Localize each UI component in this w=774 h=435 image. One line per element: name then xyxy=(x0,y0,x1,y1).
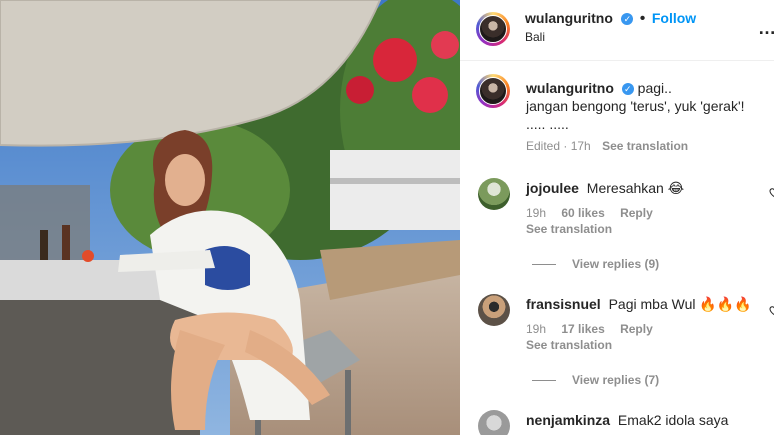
view-replies-button[interactable]: View replies (7) xyxy=(532,373,659,387)
comment-text: Emak2 idola saya xyxy=(617,412,729,428)
comment-text: Pagi mba Wul 🔥🔥🔥 xyxy=(608,296,752,312)
reply-button[interactable]: Reply xyxy=(620,322,653,336)
comment-text: Meresahkan 😂 xyxy=(586,180,685,196)
caption-author-avatar[interactable] xyxy=(476,74,510,108)
author-username[interactable]: wulanguritno xyxy=(525,10,613,26)
comment-time[interactable]: 19h xyxy=(526,322,546,336)
comment-username[interactable]: jojoulee xyxy=(526,180,579,196)
caption-text-line3: ..... ..... xyxy=(526,116,569,132)
comment-likes[interactable]: 60 likes xyxy=(561,206,604,220)
comment-time[interactable]: 19h xyxy=(526,206,546,220)
author-avatar[interactable] xyxy=(476,12,510,46)
view-replies-label: View replies (9) xyxy=(572,257,660,271)
replies-divider-line xyxy=(532,380,556,382)
caption-time[interactable]: 17h xyxy=(571,139,591,153)
post-location[interactable]: Bali xyxy=(525,30,545,44)
comment-likes[interactable]: 17 likes xyxy=(561,322,604,336)
replies-divider-line xyxy=(532,264,556,266)
comment-see-translation[interactable]: See translation xyxy=(526,222,612,236)
caption-username[interactable]: wulanguritno xyxy=(526,80,614,96)
more-options-icon[interactable]: … xyxy=(758,18,774,39)
verified-badge-icon: ✓ xyxy=(621,13,634,25)
post-photo-illustration xyxy=(0,0,460,435)
like-heart-icon[interactable] xyxy=(768,186,774,198)
commenter-avatar[interactable] xyxy=(478,410,510,435)
caption-text-line1: pagi.. xyxy=(637,80,672,96)
verified-badge-icon: ✓ xyxy=(621,83,634,95)
view-replies-label: View replies (7) xyxy=(572,373,660,387)
follow-button[interactable]: Follow xyxy=(652,10,696,26)
like-heart-icon[interactable] xyxy=(768,304,774,316)
post-image[interactable] xyxy=(0,0,460,435)
comment-username[interactable]: nenjamkinza xyxy=(526,412,610,428)
post-header: wulanguritno ✓ • Follow Bali … xyxy=(460,0,774,61)
reply-button[interactable]: Reply xyxy=(620,206,653,220)
view-replies-button[interactable]: View replies (9) xyxy=(532,257,659,271)
commenter-avatar[interactable] xyxy=(478,178,510,210)
caption-edited-label: Edited xyxy=(526,139,561,153)
separator-dot: • xyxy=(639,10,646,27)
comment-see-translation[interactable]: See translation xyxy=(526,338,612,352)
commenter-avatar[interactable] xyxy=(478,294,510,326)
caption-text-line2: jangan bengong 'terus', yuk 'gerak'! xyxy=(526,98,745,114)
caption-see-translation[interactable]: See translation xyxy=(602,139,688,153)
comment-username[interactable]: fransisnuel xyxy=(526,296,601,312)
comments-panel: wulanguritno ✓ • Follow Bali … wulanguri… xyxy=(460,0,774,435)
